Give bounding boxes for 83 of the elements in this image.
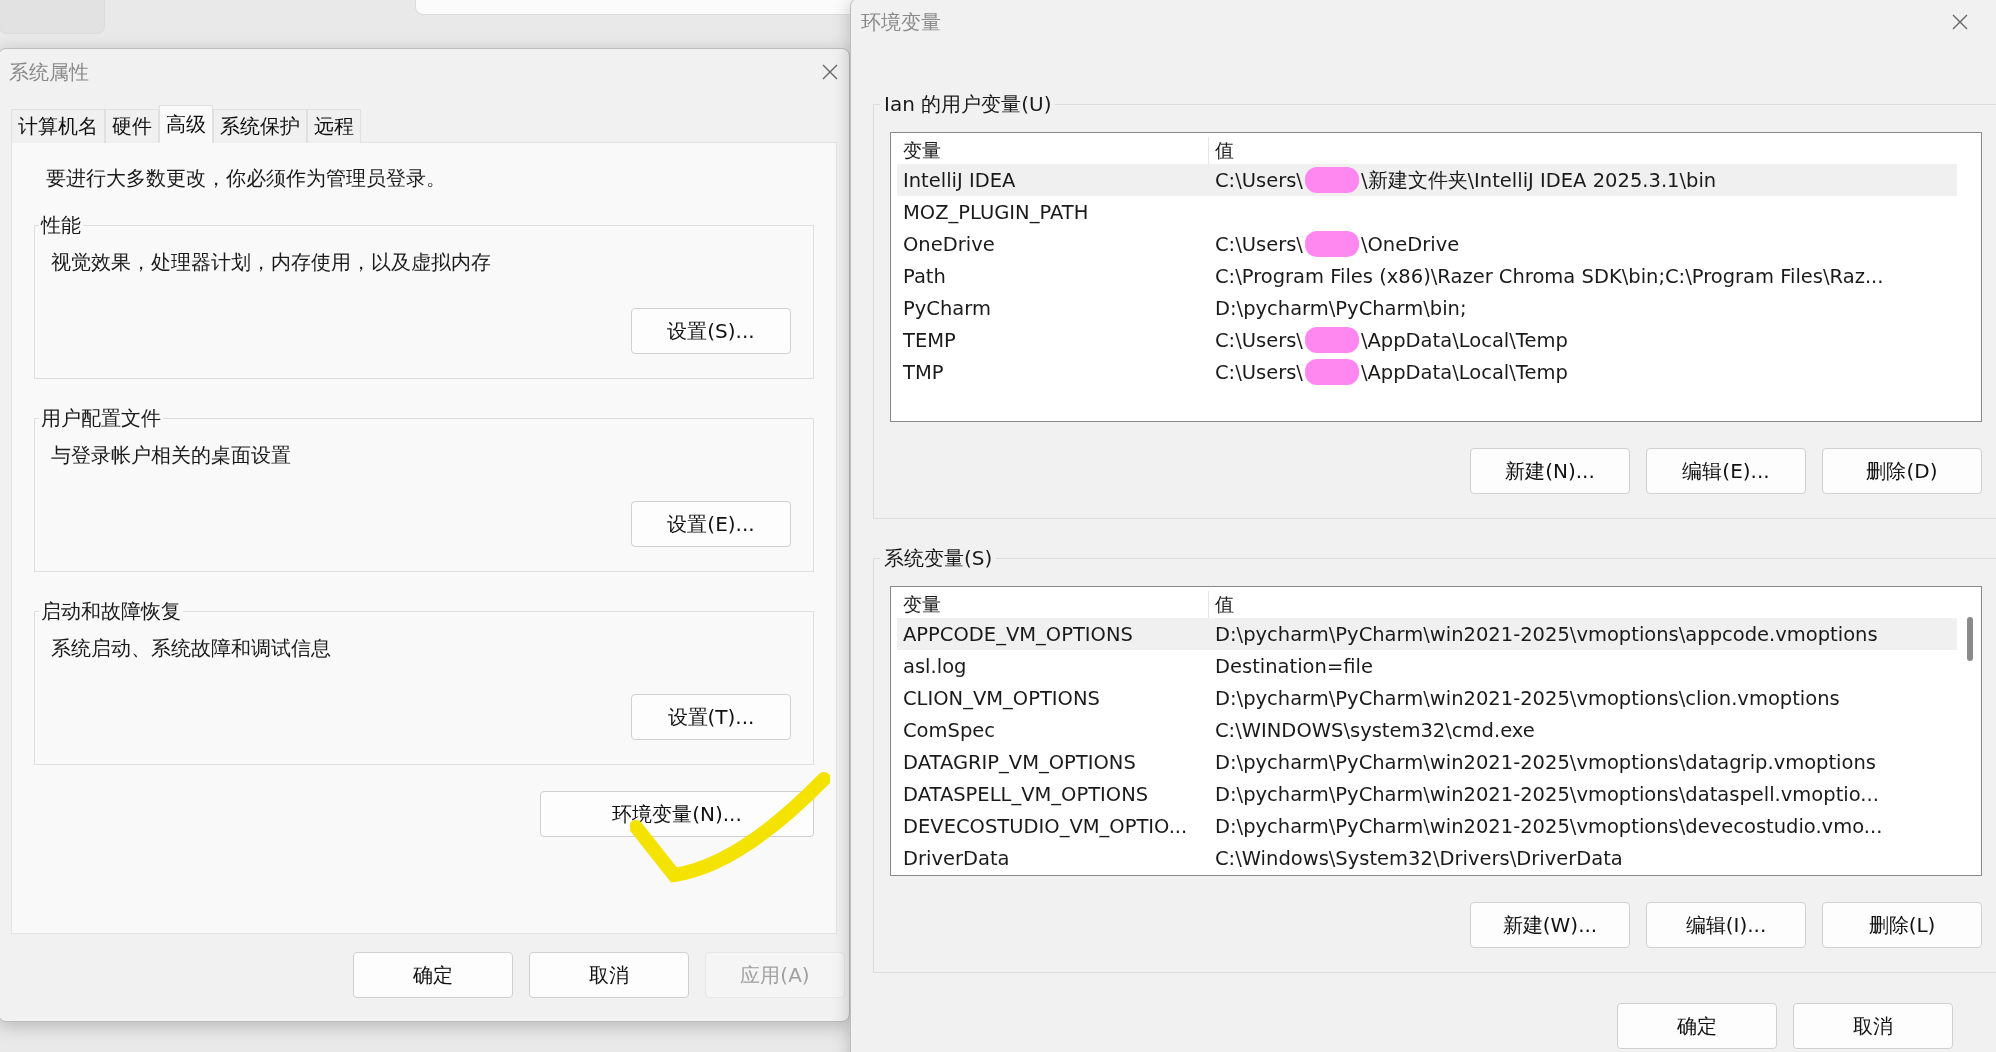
tab[interactable]: 远程	[307, 109, 361, 143]
variable-name: OneDrive	[902, 232, 996, 256]
variable-name: asl.log	[902, 654, 968, 678]
variable-value: C:\Windows\System32\Drivers\DriverData	[1214, 846, 1624, 870]
table-action-button[interactable]: 新建(N)...	[1470, 448, 1630, 494]
variable-value: C:\Program Files (x86)\Razer Chroma SDK\bin;C:\Program Files\Raz...	[1214, 264, 1885, 288]
variable-name: CLION_VM_OPTIONS	[902, 686, 1101, 710]
variable-value: D:\pycharm\PyCharm\win2021-2025\vmoptions\datagrip.vmoptions	[1214, 750, 1877, 774]
variable-name: PyCharm	[902, 296, 992, 320]
settings-button[interactable]: 设置(S)...	[631, 308, 791, 354]
variable-value: C:\Users\	[1215, 232, 1303, 256]
window-title: 系统属性	[9, 58, 89, 86]
settings-button[interactable]: 设置(T)...	[631, 694, 791, 740]
table-row[interactable]: TEMP C:\Users\ \AppData\Local\Temp	[897, 324, 1957, 356]
variable-value: C:\Users\	[1215, 328, 1303, 352]
variable-value: \AppData\Local\Temp	[1360, 360, 1568, 384]
variable-value: \AppData\Local\Temp	[1360, 328, 1568, 352]
table-row[interactable]: DATASPELL_VM_OPTIONS D:\pycharm\PyCharm\win2021-2025\vmoptions\dataspell.vmoptio...	[897, 778, 1957, 810]
variable-name: TMP	[902, 360, 945, 384]
table-row[interactable]: asl.log Destination=file	[897, 650, 1957, 682]
group-title: 启动和故障恢复	[40, 598, 182, 625]
dialog-button[interactable]: 取消	[1793, 1003, 1953, 1049]
variable-value: Destination=file	[1214, 654, 1374, 678]
variable-value: D:\pycharm\PyCharm\win2021-2025\vmoptions\appcode.vmoptions	[1214, 622, 1879, 646]
tab[interactable]: 硬件	[105, 109, 159, 143]
variable-value: C:\WINDOWS\system32\cmd.exe	[1214, 718, 1536, 742]
variable-name: Path	[902, 264, 947, 288]
scrollbar-thumb[interactable]	[1967, 617, 1973, 661]
variable-value: C:\Users\	[1215, 360, 1303, 384]
table-row[interactable]: APPCODE_VM_OPTIONS D:\pycharm\PyCharm\win2021-2025\vmoptions\appcode.vmoptions	[897, 618, 1957, 650]
tab[interactable]: 计算机名	[11, 109, 105, 143]
table-action-button[interactable]: 删除(L)	[1822, 902, 1982, 948]
table-row[interactable]: OneDrive C:\Users\ \OneDrive	[897, 228, 1957, 260]
variable-value: D:\pycharm\PyCharm\win2021-2025\vmoptions\clion.vmoptions	[1214, 686, 1841, 710]
table-action-button[interactable]: 编辑(I)...	[1646, 902, 1806, 948]
table-row[interactable]: DEVECOSTUDIO_VM_OPTIO... D:\pycharm\PyCharm\win2021-2025\vmoptions\devecostudio.vmo...	[897, 810, 1957, 842]
table-row[interactable]: IntelliJ IDEA C:\Users\ \新建文件夹\IntelliJ IDEA 2025.3.1\bin	[897, 164, 1957, 196]
table-row[interactable]: CLION_VM_OPTIONS D:\pycharm\PyCharm\win2021-2025\vmoptions\clion.vmoptions	[897, 682, 1957, 714]
table-row[interactable]: DATAGRIP_VM_OPTIONS D:\pycharm\PyCharm\win2021-2025\vmoptions\datagrip.vmoptions	[897, 746, 1957, 778]
variable-name: TEMP	[902, 328, 957, 352]
group-title: Ian 的用户变量(U)	[883, 91, 1053, 118]
environment-variables-button[interactable]: 环境变量(N)...	[540, 791, 814, 837]
table-row[interactable]: TMP C:\Users\ \AppData\Local\Temp	[897, 356, 1957, 388]
tab[interactable]: 系统保护	[213, 109, 307, 143]
table-row[interactable]: DriverData C:\Windows\System32\Drivers\DriverData	[897, 842, 1957, 874]
table-row[interactable]: ComSpec C:\WINDOWS\system32\cmd.exe	[897, 714, 1957, 746]
dialog-button[interactable]: 取消	[529, 952, 689, 998]
variable-name: DEVECOSTUDIO_VM_OPTIO...	[902, 814, 1189, 838]
variable-name: MOZ_PLUGIN_PATH	[902, 200, 1090, 224]
window-title: 环境变量	[861, 8, 941, 36]
group-description: 系统启动、系统故障和调试信息	[51, 635, 332, 662]
table-row[interactable]: MOZ_PLUGIN_PATH	[897, 196, 1957, 228]
group-description: 视觉效果，处理器计划，内存使用，以及虚拟内存	[51, 249, 492, 276]
column-header[interactable]: 值	[1209, 591, 1957, 618]
variable-value: D:\pycharm\PyCharm\bin;	[1214, 296, 1468, 320]
variable-value: \OneDrive	[1360, 232, 1460, 256]
dialog-button[interactable]: 确定	[1617, 1003, 1777, 1049]
table-action-button[interactable]: 编辑(E)...	[1646, 448, 1806, 494]
column-header[interactable]: 值	[1209, 137, 1957, 164]
close-icon	[822, 64, 838, 80]
table-row[interactable]: PyCharm D:\pycharm\PyCharm\bin;	[897, 292, 1957, 324]
variable-value: D:\pycharm\PyCharm\win2021-2025\vmoptions\dataspell.vmoptio...	[1214, 782, 1880, 806]
group-description: 与登录帐户相关的桌面设置	[51, 442, 292, 469]
close-icon	[1952, 14, 1968, 30]
variable-value: D:\pycharm\PyCharm\win2021-2025\vmoptions\devecostudio.vmo...	[1214, 814, 1884, 838]
group-title: 用户配置文件	[40, 405, 162, 432]
variable-name: DATAGRIP_VM_OPTIONS	[902, 750, 1137, 774]
table-row[interactable]: Path C:\Program Files (x86)\Razer Chroma SDK\bin;C:\Program Files\Raz...	[897, 260, 1957, 292]
variable-value: C:\Users\	[1215, 168, 1303, 192]
group-title: 系统变量(S)	[883, 545, 994, 572]
settings-button[interactable]: 设置(E)...	[631, 501, 791, 547]
tab[interactable]: 高级	[159, 105, 213, 143]
variable-name: IntelliJ IDEA	[902, 168, 1017, 192]
variable-name: ComSpec	[902, 718, 996, 742]
dialog-button[interactable]: 确定	[353, 952, 513, 998]
variable-value: \新建文件夹\IntelliJ IDEA 2025.3.1\bin	[1360, 167, 1717, 194]
variable-name: DriverData	[902, 846, 1011, 870]
table-action-button[interactable]: 删除(D)	[1822, 448, 1982, 494]
variable-name: APPCODE_VM_OPTIONS	[902, 622, 1134, 646]
table-action-button[interactable]: 新建(W)...	[1470, 902, 1630, 948]
variable-name: DATASPELL_VM_OPTIONS	[902, 782, 1150, 806]
group-title: 性能	[39, 212, 82, 239]
notice-text: 要进行大多数更改，你必须作为管理员登录。	[46, 165, 447, 192]
